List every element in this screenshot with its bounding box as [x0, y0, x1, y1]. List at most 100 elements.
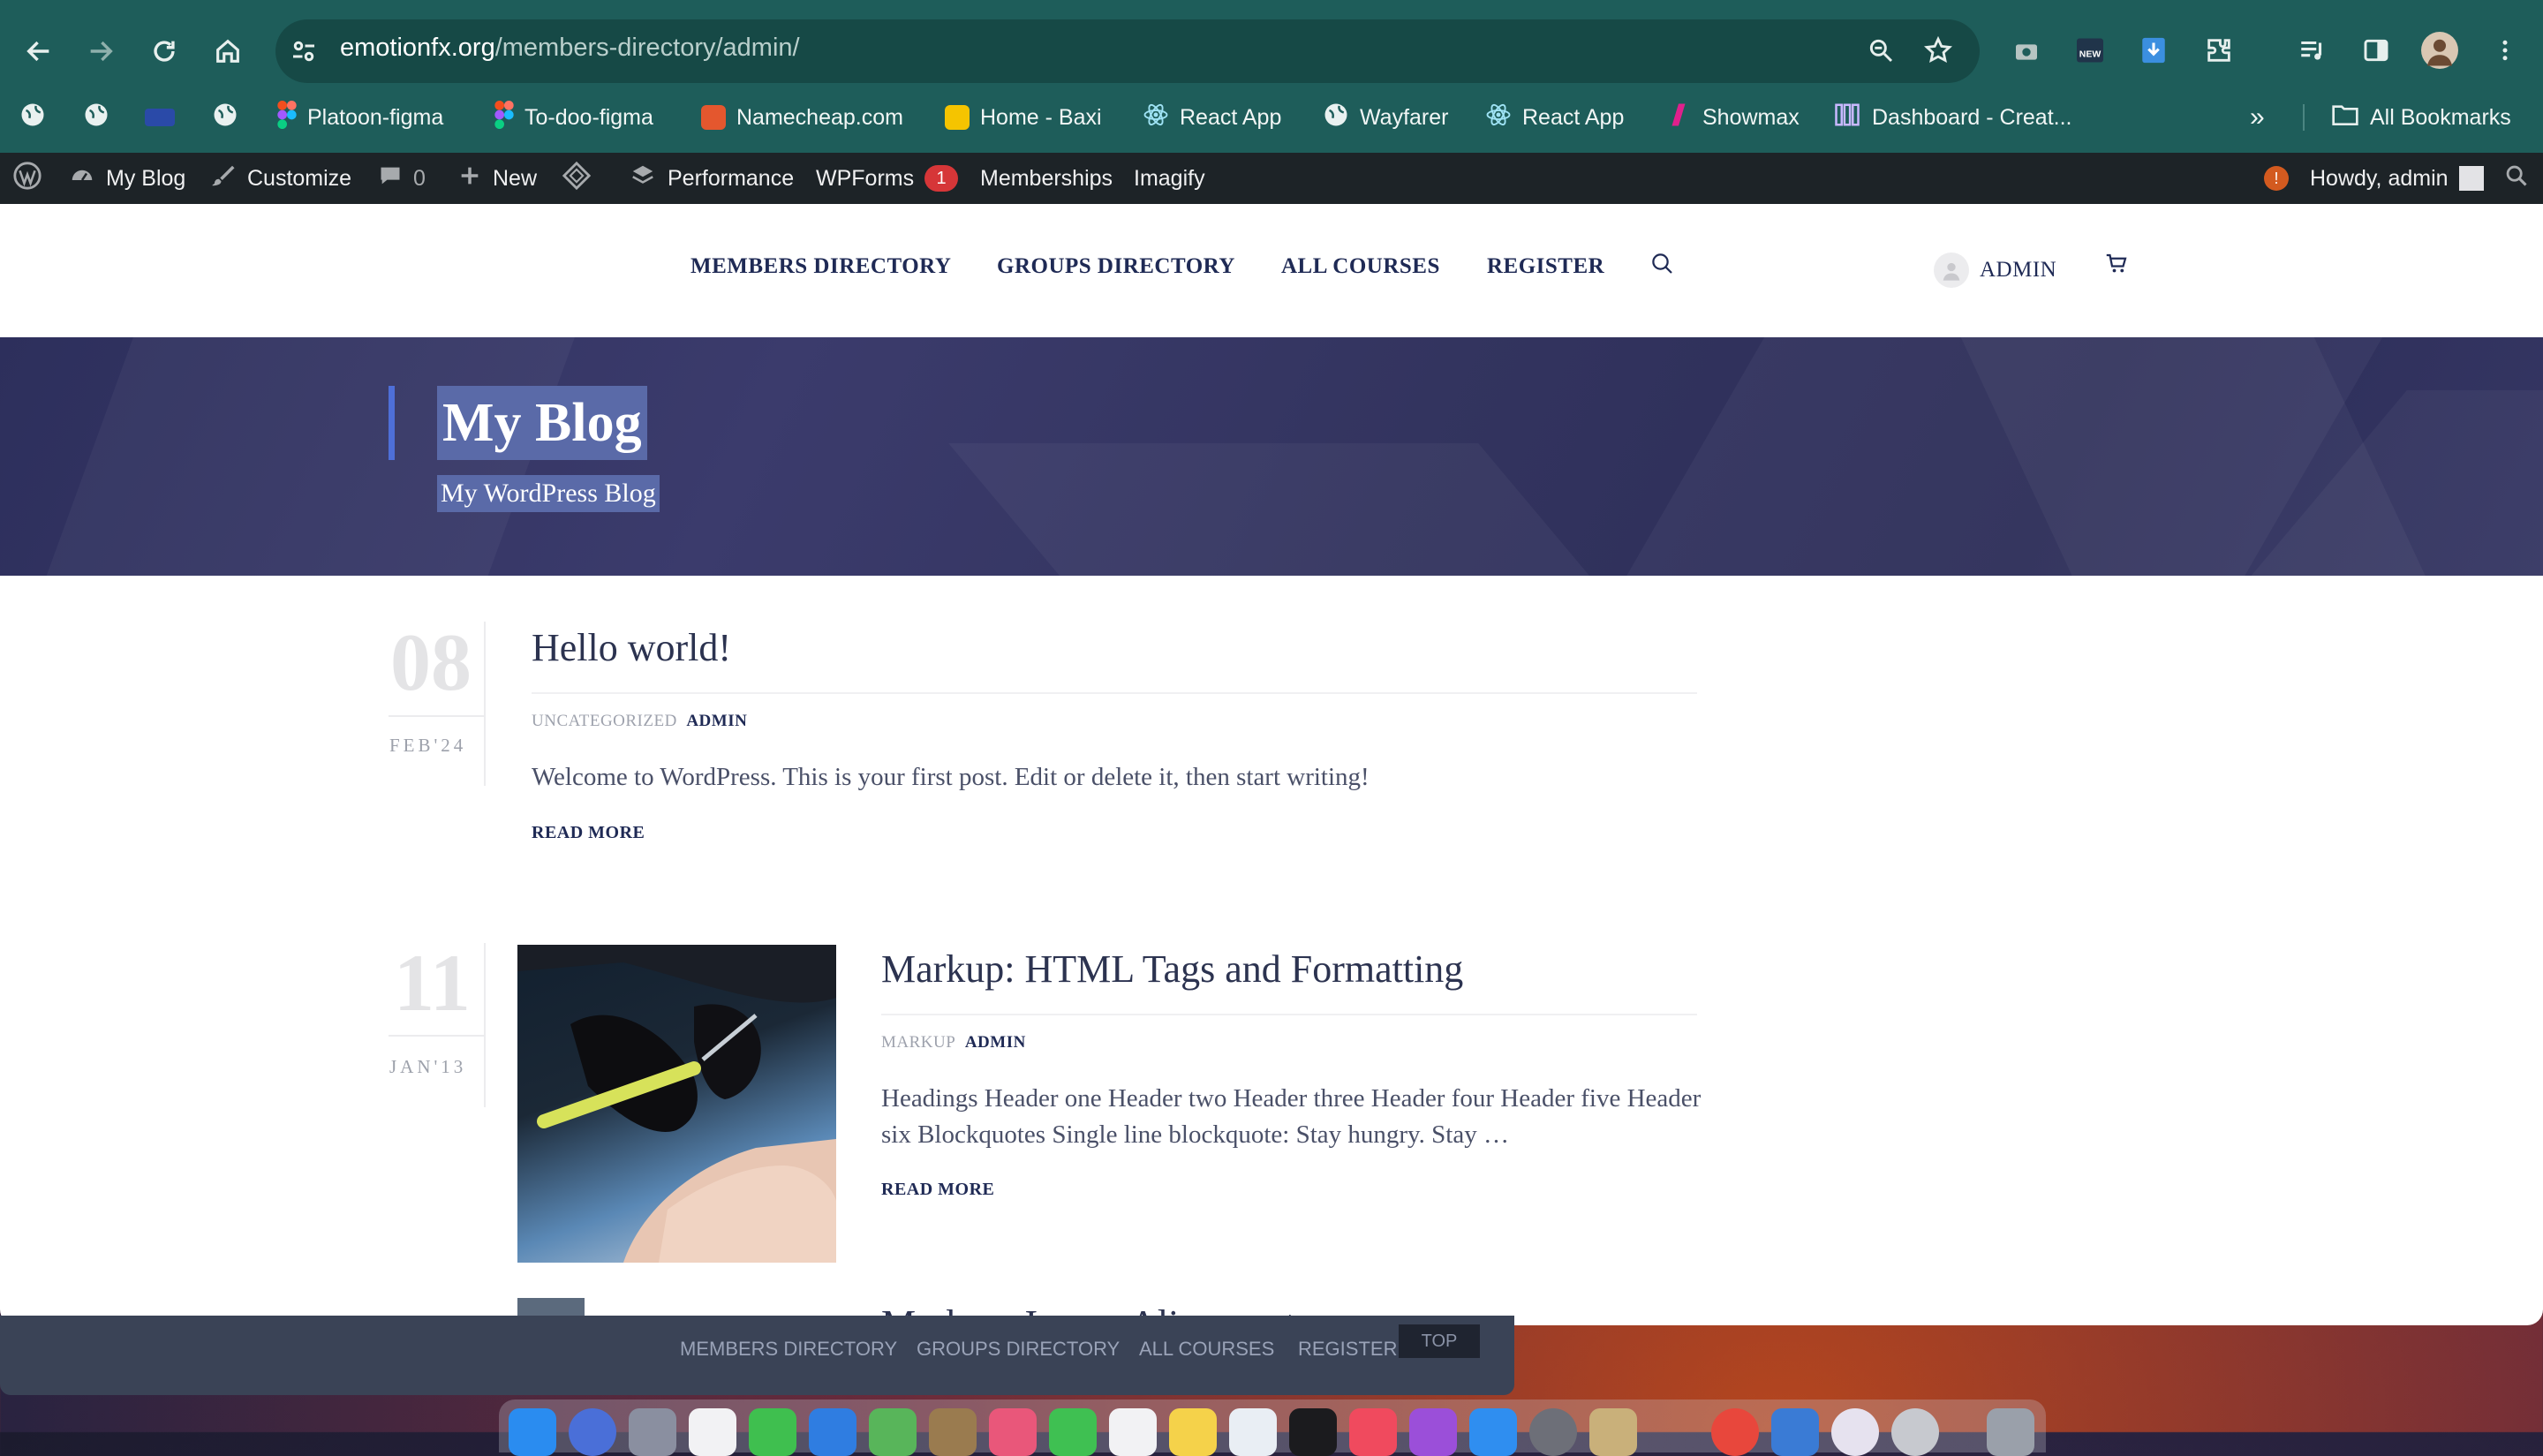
page-subtitle: My WordPress Blog	[437, 475, 660, 512]
maps-icon[interactable]	[869, 1408, 917, 1456]
reload-button[interactable]	[140, 26, 189, 76]
system-settings-icon[interactable]	[1529, 1408, 1577, 1456]
new-extension-icon[interactable]: NEW	[2068, 28, 2112, 72]
finder-icon[interactable]	[509, 1408, 556, 1456]
bookmark-star-icon[interactable]	[1916, 28, 1960, 72]
extensions-puzzle-icon[interactable]	[2197, 28, 2241, 72]
zoom-icon[interactable]	[1859, 28, 1903, 72]
bookmark-to-doo-figma[interactable]: To-doo-figma	[494, 97, 653, 138]
bookmark-globe-1[interactable]	[19, 97, 46, 138]
diamond-logo-icon	[562, 161, 592, 197]
nav-all-courses[interactable]: ALL COURSES	[1281, 254, 1440, 279]
site-info-icon[interactable]	[288, 35, 320, 72]
overflow-chevron-icon: »	[2250, 102, 2265, 132]
search-icon	[1652, 253, 1672, 274]
folder-icon	[2331, 102, 2359, 133]
site-account-link[interactable]: ADMIN	[1934, 253, 2056, 288]
freeform-icon[interactable]	[1229, 1408, 1277, 1456]
post-title-link[interactable]: Hello world!	[532, 625, 731, 670]
post-category-link[interactable]: UNCATEGORIZED	[532, 712, 677, 730]
facetime-icon[interactable]	[1049, 1408, 1097, 1456]
arrow-left-icon	[26, 41, 49, 62]
bookmark-react-app-1[interactable]: React App	[1143, 97, 1281, 138]
post-author-link[interactable]: ADMIN	[965, 1033, 1026, 1052]
safari-icon[interactable]	[569, 1408, 616, 1456]
github-desktop-icon[interactable]	[1891, 1408, 1939, 1456]
admin-notice[interactable]: !	[2264, 153, 2289, 204]
post-author-link[interactable]: ADMIN	[686, 712, 747, 730]
bookmark-platoon-figma[interactable]: Platoon-figma	[277, 97, 443, 138]
post-title-separator	[881, 1014, 1697, 1015]
admin-comments[interactable]: 0	[378, 153, 426, 204]
bookmark-globe-3[interactable]	[212, 97, 238, 138]
post-meta: UNCATEGORIZED ADMIN	[532, 712, 747, 731]
app-launcher-icon[interactable]	[1831, 1408, 1879, 1456]
forward-button[interactable]	[76, 26, 125, 76]
admin-imagify[interactable]: Imagify	[1134, 153, 1205, 204]
post-excerpt: Headings Header one Header two Header th…	[881, 1084, 1702, 1149]
tv-icon[interactable]	[1289, 1408, 1337, 1456]
nav-members-directory[interactable]: MEMBERS DIRECTORY	[690, 254, 951, 279]
app-store-icon[interactable]	[1469, 1408, 1517, 1456]
read-more-link[interactable]: READ MORE	[532, 823, 645, 843]
launchpad-icon[interactable]	[629, 1408, 676, 1456]
podcasts-icon[interactable]	[1409, 1408, 1457, 1456]
admin-wpforms[interactable]: WPForms 1	[816, 153, 959, 204]
nav-groups-directory[interactable]: GROUPS DIRECTORY	[997, 254, 1235, 279]
admin-new[interactable]: New	[457, 153, 537, 204]
nav-register[interactable]: REGISTER	[1487, 254, 1604, 279]
bookmark-globe-2[interactable]	[83, 97, 109, 138]
notes-icon[interactable]	[1169, 1408, 1217, 1456]
side-panel-icon[interactable]	[2354, 28, 2398, 72]
bookmark-wayfarer[interactable]: Wayfarer	[1323, 97, 1448, 138]
bg-nav-register: REGISTER	[1298, 1338, 1398, 1360]
photos-icon[interactable]	[989, 1408, 1037, 1456]
bookmark-blue-logo[interactable]	[145, 97, 175, 138]
camera-extension-icon[interactable]	[2004, 28, 2049, 72]
read-more-link[interactable]: READ MORE	[881, 1180, 994, 1200]
all-bookmarks-button[interactable]: All Bookmarks	[2331, 97, 2511, 138]
admin-customize[interactable]: Customize	[210, 153, 351, 204]
cart-button[interactable]	[2103, 251, 2130, 282]
url-text[interactable]: emotionfx.org/members-directory/admin/	[340, 34, 800, 63]
profile-avatar[interactable]	[2421, 32, 2458, 69]
menu-kebab-icon[interactable]	[2483, 28, 2527, 72]
wpforms-count-badge: 1	[924, 165, 959, 192]
admin-account[interactable]: Howdy, admin	[2310, 153, 2484, 204]
account-label: ADMIN	[1980, 258, 2057, 282]
post-category-link[interactable]: MARKUP	[881, 1033, 955, 1052]
messages-icon[interactable]	[749, 1408, 796, 1456]
media-queue-icon[interactable]	[2290, 28, 2335, 72]
trash-icon[interactable]	[1987, 1408, 2034, 1456]
chrome-icon[interactable]	[1711, 1408, 1759, 1456]
reload-icon	[154, 41, 175, 62]
download-extension-icon[interactable]	[2132, 28, 2176, 72]
admin-plugin-diamond[interactable]	[562, 153, 592, 204]
mail-icon[interactable]	[809, 1408, 856, 1456]
contacts-icon[interactable]	[929, 1408, 977, 1456]
bookmark-showmax[interactable]: Showmax	[1665, 97, 1800, 138]
paintbrush-icon	[210, 162, 237, 195]
music-icon[interactable]	[1349, 1408, 1397, 1456]
admin-performance[interactable]: Performance	[629, 153, 794, 204]
home-button[interactable]	[203, 26, 253, 76]
admin-site-name[interactable]: My Blog	[69, 153, 185, 204]
post-title-link[interactable]: Markup: HTML Tags and Formatting	[881, 947, 1463, 992]
reminders-icon[interactable]	[1109, 1408, 1157, 1456]
bookmark-react-app-2[interactable]: React App	[1485, 97, 1624, 138]
bookmarks-overflow-button[interactable]: »	[2250, 97, 2265, 138]
bookmark-namecheap[interactable]: Namecheap.com	[701, 97, 903, 138]
finder-window-icon[interactable]	[1771, 1408, 1819, 1456]
archive-utility-icon[interactable]	[1589, 1408, 1637, 1456]
admin-memberships[interactable]: Memberships	[980, 153, 1113, 204]
site-search-button[interactable]	[1649, 251, 1676, 282]
post-thumbnail-image[interactable]	[517, 945, 836, 1263]
bookmark-dashboard[interactable]: Dashboard - Creat...	[1833, 97, 2072, 138]
globe-icon	[19, 102, 46, 134]
bookmark-home-baxi[interactable]: Home - Baxi	[945, 97, 1102, 138]
admin-avatar-icon	[2458, 166, 2484, 191]
back-button[interactable]	[14, 26, 64, 76]
admin-search[interactable]	[2504, 153, 2529, 204]
calendar-icon[interactable]	[689, 1408, 736, 1456]
wp-logo-button[interactable]	[12, 153, 42, 204]
